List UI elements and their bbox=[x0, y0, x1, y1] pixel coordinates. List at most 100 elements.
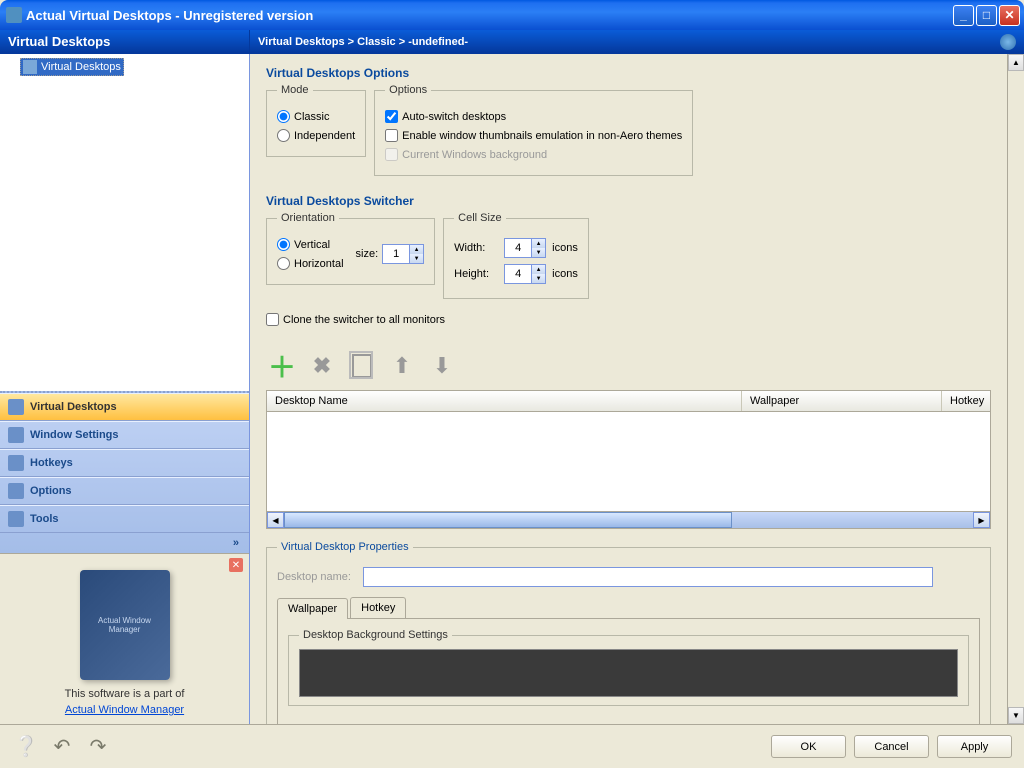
keyboard-icon bbox=[8, 455, 24, 471]
clone-checkbox[interactable] bbox=[266, 313, 279, 326]
vertical-radio[interactable] bbox=[277, 238, 290, 251]
bg-settings-legend: Desktop Background Settings bbox=[299, 629, 452, 641]
scroll-right-button[interactable]: ▶ bbox=[973, 512, 990, 528]
footer: ❔ ↶ ↷ OK Cancel Apply bbox=[0, 724, 1024, 768]
width-input[interactable] bbox=[505, 239, 531, 257]
maximize-button[interactable]: □ bbox=[976, 5, 997, 26]
nav-label: Window Settings bbox=[30, 429, 119, 441]
tree-view[interactable]: Virtual Desktops bbox=[0, 54, 249, 391]
desktops-icon bbox=[23, 60, 37, 74]
height-spinner[interactable]: ▲▼ bbox=[504, 264, 546, 284]
size-spinner[interactable]: ▲▼ bbox=[382, 244, 424, 264]
clone-label: Clone the switcher to all monitors bbox=[283, 314, 445, 326]
redo-button[interactable]: ↷ bbox=[84, 733, 112, 761]
arrow-down-icon: ⬇ bbox=[433, 353, 451, 379]
col-wallpaper[interactable]: Wallpaper bbox=[742, 391, 942, 411]
desktop-name-label: Desktop name: bbox=[277, 571, 351, 583]
mode-classic-radio[interactable] bbox=[277, 110, 290, 123]
bg-settings-group: Desktop Background Settings bbox=[288, 629, 969, 706]
height-down[interactable]: ▼ bbox=[532, 274, 545, 283]
desktop-name-input[interactable] bbox=[363, 567, 933, 587]
desktop-list-header: Desktop Name Wallpaper Hotkey bbox=[266, 390, 991, 412]
ok-button[interactable]: OK bbox=[771, 735, 846, 758]
tab-wallpaper[interactable]: Wallpaper bbox=[277, 598, 348, 619]
vertical-label: Vertical bbox=[294, 239, 330, 251]
nav-options[interactable]: Options bbox=[0, 477, 249, 505]
list-hscrollbar[interactable]: ◀ ▶ bbox=[266, 512, 991, 529]
tab-hotkey[interactable]: Hotkey bbox=[350, 597, 406, 618]
up-button[interactable]: ⬆ bbox=[386, 350, 418, 382]
promo-link[interactable]: Actual Window Manager bbox=[65, 704, 184, 716]
options-legend: Options bbox=[385, 84, 431, 96]
size-down[interactable]: ▼ bbox=[410, 254, 423, 263]
options-group: Options Auto-switch desktops Enable wind… bbox=[374, 84, 693, 176]
close-button[interactable]: ✕ bbox=[999, 5, 1020, 26]
nav-label: Tools bbox=[30, 513, 59, 525]
promo-text: This software is a part of bbox=[8, 688, 241, 700]
monitor-icon bbox=[8, 399, 24, 415]
height-up[interactable]: ▲ bbox=[532, 265, 545, 274]
down-button[interactable]: ⬇ bbox=[426, 350, 458, 382]
window-title: Actual Virtual Desktops - Unregistered v… bbox=[26, 8, 953, 23]
delete-button[interactable]: ✖ bbox=[306, 350, 338, 382]
thumbs-checkbox[interactable] bbox=[385, 129, 398, 142]
content-area: Virtual Desktops Options Mode Classic In… bbox=[250, 54, 1007, 724]
horizontal-label: Horizontal bbox=[294, 258, 344, 270]
content-vscrollbar[interactable]: ▲ ▼ bbox=[1007, 54, 1024, 724]
width-up[interactable]: ▲ bbox=[532, 239, 545, 248]
undo-button[interactable]: ↶ bbox=[48, 733, 76, 761]
nav-expand[interactable]: » bbox=[0, 533, 249, 553]
mode-independent-radio[interactable] bbox=[277, 129, 290, 142]
options-section-title: Virtual Desktops Options bbox=[266, 66, 991, 80]
plus-icon: ＋ bbox=[268, 346, 296, 386]
promo-close-button[interactable]: ✕ bbox=[229, 558, 243, 572]
nav-tools[interactable]: Tools bbox=[0, 505, 249, 533]
icons-label: icons bbox=[552, 242, 578, 254]
tools-icon bbox=[8, 511, 24, 527]
scroll-left-button[interactable]: ◀ bbox=[267, 512, 284, 528]
delete-icon: ✖ bbox=[313, 353, 331, 379]
tab-content: Desktop Background Settings bbox=[277, 618, 980, 724]
copy-button[interactable] bbox=[346, 350, 378, 382]
size-input[interactable] bbox=[383, 245, 409, 263]
orientation-group: Orientation Vertical Horizontal size: ▲▼ bbox=[266, 212, 435, 285]
cellsize-legend: Cell Size bbox=[454, 212, 505, 224]
scroll-thumb[interactable] bbox=[284, 512, 732, 528]
minimize-button[interactable]: _ bbox=[953, 5, 974, 26]
col-desktop-name[interactable]: Desktop Name bbox=[267, 391, 742, 411]
globe-icon[interactable] bbox=[1000, 34, 1016, 50]
auto-switch-checkbox[interactable] bbox=[385, 110, 398, 123]
nav-label: Hotkeys bbox=[30, 457, 73, 469]
add-button[interactable]: ＋ bbox=[266, 350, 298, 382]
properties-group: Virtual Desktop Properties Desktop name:… bbox=[266, 541, 991, 724]
nav-window-settings[interactable]: Window Settings bbox=[0, 421, 249, 449]
thumbs-label: Enable window thumbnails emulation in no… bbox=[402, 130, 682, 142]
scroll-track[interactable] bbox=[284, 512, 973, 528]
titlebar[interactable]: Actual Virtual Desktops - Unregistered v… bbox=[0, 0, 1024, 30]
orientation-legend: Orientation bbox=[277, 212, 339, 224]
cancel-button[interactable]: Cancel bbox=[854, 735, 929, 758]
vscroll-track[interactable] bbox=[1008, 71, 1024, 707]
window-icon bbox=[8, 427, 24, 443]
width-spinner[interactable]: ▲▼ bbox=[504, 238, 546, 258]
icons-label: icons bbox=[552, 268, 578, 280]
scroll-down-button[interactable]: ▼ bbox=[1008, 707, 1024, 724]
horizontal-radio[interactable] bbox=[277, 257, 290, 270]
desktop-list[interactable] bbox=[266, 412, 991, 512]
height-input[interactable] bbox=[505, 265, 531, 283]
tree-node-root[interactable]: Virtual Desktops bbox=[20, 58, 124, 76]
sidebar-header: Virtual Desktops bbox=[0, 30, 250, 53]
nav-hotkeys[interactable]: Hotkeys bbox=[0, 449, 249, 477]
nav-virtual-desktops[interactable]: Virtual Desktops bbox=[0, 393, 249, 421]
promo-panel: ✕ Actual Window Manager This software is… bbox=[0, 553, 249, 724]
height-label: Height: bbox=[454, 268, 498, 280]
width-down[interactable]: ▼ bbox=[532, 248, 545, 257]
size-up[interactable]: ▲ bbox=[410, 245, 423, 254]
col-hotkey[interactable]: Hotkey bbox=[942, 391, 990, 411]
help-button[interactable]: ❔ bbox=[12, 733, 40, 761]
scroll-up-button[interactable]: ▲ bbox=[1008, 54, 1024, 71]
nav-label: Virtual Desktops bbox=[30, 401, 117, 413]
switcher-section-title: Virtual Desktops Switcher bbox=[266, 194, 991, 208]
nav-label: Options bbox=[30, 485, 72, 497]
apply-button[interactable]: Apply bbox=[937, 735, 1012, 758]
